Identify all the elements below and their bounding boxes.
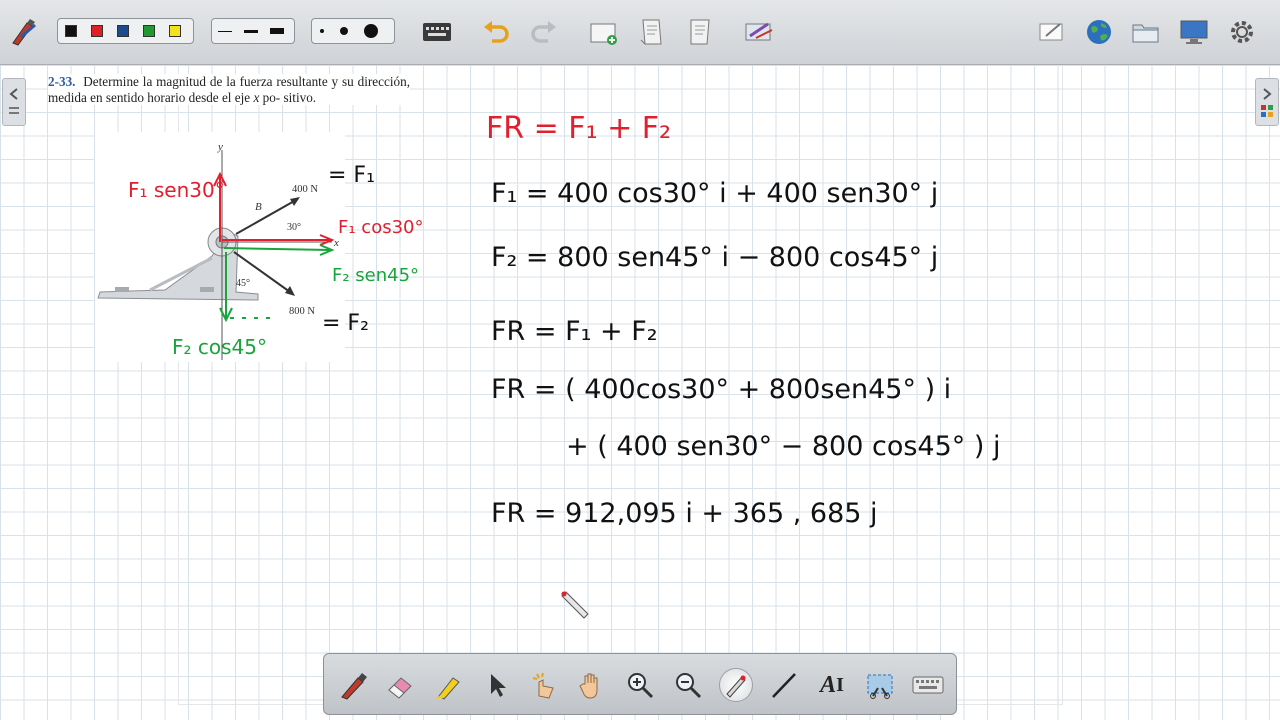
annot-f2-sen: F₂ sen45° [332, 265, 419, 286]
ink-layer: y x 400 N B 30° 800 N 45° F₁ sen30° = F₁… [97, 111, 1000, 619]
screen-capture-tool-icon[interactable] [863, 668, 897, 702]
line-tool-icon[interactable] [767, 668, 801, 702]
text-tool-label: A [820, 671, 837, 698]
equation-line7: FR = 912,095 i + 365 , 685 j [491, 498, 878, 529]
pan-hand-tool-icon[interactable] [575, 668, 609, 702]
annot-f2-cos: F₂ cos45° [172, 335, 267, 359]
keyboard-tool-icon[interactable] [911, 668, 945, 702]
support-bracket [97, 227, 259, 301]
equation-line4: FR = F₁ + F₂ [491, 316, 658, 347]
highlighter-tool-icon[interactable] [431, 668, 465, 702]
figure-label-b: B [255, 201, 262, 213]
bottom-toolbar: AI [323, 653, 957, 715]
magic-touch-tool-icon[interactable] [527, 668, 561, 702]
eraser-tool-icon[interactable] [383, 668, 417, 702]
annot-eq-f1: = F₁ [328, 163, 375, 188]
annot-f1-cos: F₁ cos30° [338, 217, 423, 238]
select-tool-icon[interactable] [479, 668, 513, 702]
figure-angle1: 30° [287, 222, 301, 233]
equation-line6: + ( 400 sen30° − 800 cos45° ) j [566, 431, 1000, 462]
figure-angle2: 45° [236, 278, 250, 289]
laser-pen-tool-icon[interactable] [719, 668, 753, 702]
zoom-in-tool-icon[interactable] [623, 668, 657, 702]
annot-f1-sen: F₁ sen30° [128, 178, 225, 202]
laser-pen-cursor-icon [561, 591, 589, 619]
figure-axis-y: y [217, 141, 223, 153]
equation-line3: F₂ = 800 sen45° i − 800 cos45° j [491, 242, 938, 273]
equation-line2: F₁ = 400 cos30° i + 400 sen30° j [491, 178, 938, 209]
figure-force1: 400 N [292, 184, 318, 195]
text-tool-cursor: I [836, 673, 844, 696]
pen-tool-icon[interactable] [336, 668, 370, 702]
force-800n-arrowhead [285, 286, 295, 296]
figure-axis-x: x [333, 237, 339, 249]
text-tool-icon[interactable]: AI [815, 668, 849, 702]
equation-line5: FR = ( 400cos30° + 800sen45° ) i [491, 374, 951, 405]
figure-force2: 800 N [289, 306, 315, 317]
annot-eq-f2: = F₂ [322, 311, 369, 336]
f2-horizontal-component [223, 247, 331, 251]
force-400n-arrowhead [290, 197, 300, 206]
zoom-out-tool-icon[interactable] [671, 668, 705, 702]
equation-line1: FR = F₁ + F₂ [486, 111, 671, 146]
